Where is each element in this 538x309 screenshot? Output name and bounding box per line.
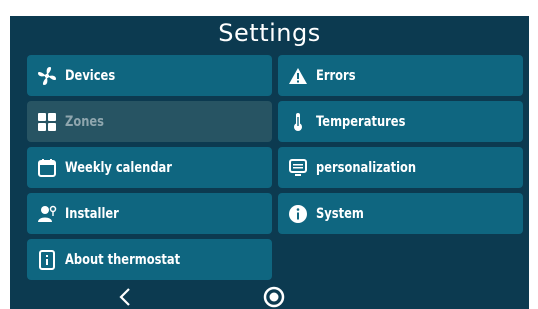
back-button[interactable] xyxy=(114,286,136,308)
personalization-button[interactable]: personalization xyxy=(278,147,523,188)
errors-label: Errors xyxy=(316,67,356,84)
zones-label: Zones xyxy=(65,113,105,130)
calendar-icon xyxy=(37,158,57,178)
info-icon xyxy=(288,204,308,224)
about-thermostat-label: About thermostat xyxy=(65,251,181,268)
chevron-left-icon xyxy=(119,288,130,306)
errors-button[interactable]: Errors xyxy=(278,55,523,96)
temperatures-label: Temperatures xyxy=(316,113,406,130)
personalization-label: personalization xyxy=(316,159,417,176)
screen-icon xyxy=(288,158,308,178)
installer-button[interactable]: Installer xyxy=(27,193,272,234)
temperatures-button[interactable]: Temperatures xyxy=(278,101,523,142)
system-button[interactable]: System xyxy=(278,193,523,234)
weekly-calendar-button[interactable]: Weekly calendar xyxy=(27,147,272,188)
thermometer-icon xyxy=(288,112,308,132)
page-title: Settings xyxy=(218,19,321,47)
warning-icon xyxy=(288,66,308,86)
zones-button[interactable]: Zones xyxy=(27,101,272,142)
devices-label: Devices xyxy=(65,67,116,84)
installer-label: Installer xyxy=(65,205,119,222)
home-button[interactable] xyxy=(262,285,286,309)
installer-icon xyxy=(37,204,57,224)
home-circle-icon xyxy=(263,286,285,308)
thermostat-icon xyxy=(37,249,57,270)
system-label: System xyxy=(316,205,364,222)
fan-icon xyxy=(37,66,57,86)
devices-button[interactable]: Devices xyxy=(27,55,272,96)
thermostat-screen: Settings Devices Errors Zones Temperatur… xyxy=(10,16,529,309)
grid-icon xyxy=(37,112,57,132)
about-thermostat-button[interactable]: About thermostat xyxy=(27,239,272,280)
weekly-calendar-label: Weekly calendar xyxy=(65,159,172,176)
navigation-bar xyxy=(10,284,529,309)
